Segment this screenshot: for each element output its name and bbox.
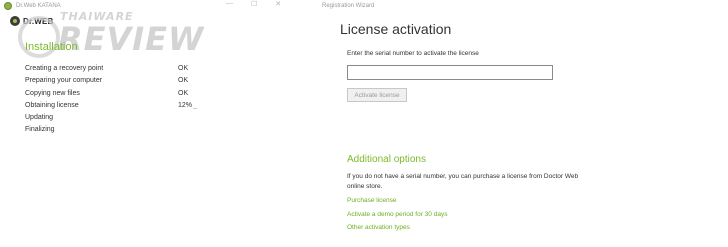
step-row: Creating a recovery point OK bbox=[25, 65, 205, 77]
installer-title-area: Dr.Web KATANA bbox=[4, 2, 61, 10]
installer-window: Dr.WEB THAIWARE REVIEW Installation Crea… bbox=[0, 10, 300, 247]
page-title: License activation bbox=[340, 21, 452, 37]
drweb-app-icon bbox=[4, 2, 12, 10]
step-label: Copying new files bbox=[25, 89, 80, 97]
demo-period-link[interactable]: Activate a demo period for 30 days bbox=[347, 211, 447, 218]
drweb-logo: Dr.WEB bbox=[10, 16, 54, 26]
step-row: Finalizing bbox=[25, 126, 205, 138]
maximize-icon[interactable]: ☐ bbox=[251, 0, 257, 8]
registration-wizard-window: License activation Enter the serial numb… bbox=[300, 0, 728, 247]
step-status: OK bbox=[178, 89, 189, 97]
step-label: Obtaining license bbox=[25, 101, 79, 109]
activate-license-button[interactable]: Activate license bbox=[347, 88, 407, 102]
installer-window-title: Dr.Web KATANA bbox=[16, 3, 61, 9]
serial-number-input[interactable] bbox=[347, 65, 553, 80]
progress-dots: .. bbox=[193, 103, 197, 111]
step-label: Updating bbox=[25, 114, 54, 122]
step-status: 12% bbox=[178, 101, 193, 109]
step-label: Creating a recovery point bbox=[25, 65, 104, 72]
spider-logo-icon bbox=[10, 16, 20, 26]
step-label: Preparing your computer bbox=[25, 77, 103, 85]
additional-options-title: Additional options bbox=[347, 154, 426, 165]
serial-prompt-label: Enter the serial number to activate the … bbox=[347, 50, 479, 57]
installation-title: Installation bbox=[25, 41, 78, 53]
close-icon[interactable]: ✕ bbox=[275, 0, 281, 8]
purchase-license-link[interactable]: Purchase license bbox=[347, 197, 397, 204]
window-controls: — ☐ ✕ bbox=[226, 0, 281, 8]
step-row: Preparing your computer OK bbox=[25, 77, 205, 89]
step-row: Obtaining license 12% .. bbox=[25, 102, 205, 114]
minimize-icon[interactable]: — bbox=[226, 0, 233, 8]
step-label: Finalizing bbox=[25, 126, 55, 134]
install-steps-list: Creating a recovery point OK Preparing y… bbox=[25, 65, 205, 139]
step-row: Updating bbox=[25, 114, 205, 126]
step-row: Copying new files OK bbox=[25, 90, 205, 102]
watermark-big-text: REVIEW bbox=[58, 20, 205, 58]
other-activation-types-link[interactable]: Other activation types bbox=[347, 224, 410, 231]
step-status: OK bbox=[178, 65, 189, 72]
step-status: OK bbox=[178, 77, 189, 85]
logo-text: Dr.WEB bbox=[23, 16, 54, 26]
additional-options-description: If you do not have a serial number, you … bbox=[347, 173, 579, 190]
